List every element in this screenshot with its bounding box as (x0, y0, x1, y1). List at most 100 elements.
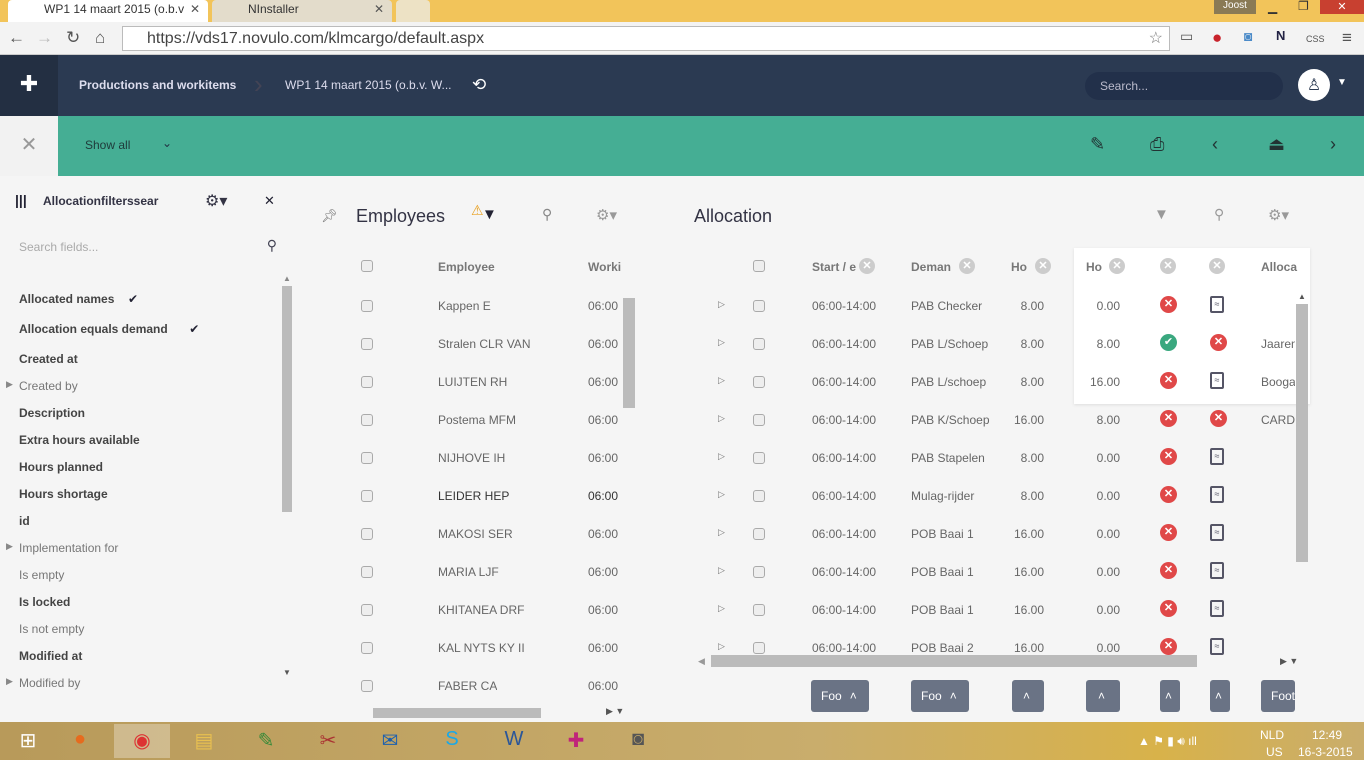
camera-app-icon[interactable]: ◙ (610, 724, 666, 758)
error-status-icon[interactable]: ✕ (1160, 486, 1177, 503)
row-checkbox[interactable] (753, 376, 765, 391)
filter-icon[interactable]: ▼ (1154, 206, 1169, 223)
filter-field-item[interactable]: id (0, 514, 270, 532)
document-icon[interactable]: ≈ (1210, 448, 1224, 465)
employee-row[interactable]: Postema MFM 06:00 (296, 412, 626, 432)
expand-icon[interactable]: ▶ (6, 379, 13, 390)
file-explorer-icon[interactable]: ▤ (176, 724, 232, 758)
footer-toggle-button[interactable]: ˄ (1012, 680, 1044, 712)
column-header[interactable]: Alloca (1261, 260, 1297, 274)
browser-tab[interactable]: NInstaller ✕ (212, 0, 392, 22)
camera-icon[interactable]: ◙ (1244, 28, 1252, 44)
column-header-worki[interactable]: Worki (588, 260, 622, 274)
remove-column-icon[interactable]: ✕ (1160, 258, 1176, 274)
new-tab-button[interactable] (396, 0, 430, 22)
filter-icon[interactable]: ▼ (482, 206, 497, 223)
expand-row-icon[interactable]: ▷ (718, 375, 725, 386)
pin-icon[interactable]: 📌︎ (321, 208, 338, 224)
clock-time[interactable]: 12:49 (1312, 728, 1342, 742)
select-all-checkbox[interactable] (753, 260, 765, 275)
expand-row-icon[interactable]: ▷ (718, 565, 725, 576)
expand-row-icon[interactable]: ▷ (718, 413, 725, 424)
row-checkbox[interactable] (753, 452, 765, 467)
expand-row-icon[interactable]: ▷ (718, 489, 725, 500)
row-checkbox[interactable] (361, 528, 373, 543)
remove-column-icon[interactable]: ✕ (1209, 258, 1225, 274)
home-icon[interactable]: ⌂ (95, 28, 105, 48)
row-checkbox[interactable] (753, 566, 765, 581)
expand-row-icon[interactable]: ▷ (718, 641, 725, 652)
allocation-vscrollbar[interactable] (1296, 304, 1308, 562)
check-status-icon[interactable]: ✔ (1160, 334, 1177, 351)
allocation-row[interactable]: ▷ 06:00-14:00 PAB Checker 8.00 0.00 ✕ ≈ (694, 296, 1294, 318)
column-header[interactable]: Deman (911, 260, 955, 274)
expand-row-icon[interactable]: ▷ (718, 299, 725, 310)
document-icon[interactable]: ≈ (1210, 562, 1224, 579)
employee-row[interactable]: LUIJTEN RH 06:00 (296, 374, 626, 394)
filter-field-item[interactable]: Created at (0, 352, 270, 370)
remove-column-icon[interactable]: ✕ (859, 258, 875, 274)
document-icon[interactable]: ≈ (1210, 486, 1224, 503)
expand-icon[interactable]: ▶ (6, 676, 13, 687)
filter-field-item[interactable]: Description (0, 406, 270, 424)
menu-icon[interactable]: ≡ (1342, 28, 1352, 48)
gear-icon[interactable]: ⚙▾ (596, 206, 617, 224)
error-status-icon[interactable]: ✕ (1160, 296, 1177, 313)
search-fields-input[interactable]: Search fields... ⚲ (19, 237, 277, 254)
expand-row-icon[interactable]: ▷ (718, 527, 725, 538)
expand-row-icon[interactable]: ▷ (718, 603, 725, 614)
forward-icon[interactable]: → (36, 28, 53, 48)
employee-row[interactable]: MARIA LJF 06:00 (296, 564, 626, 584)
profile-name[interactable]: Joost (1214, 0, 1256, 14)
close-icon[interactable]: ✕ (264, 193, 275, 209)
employee-row[interactable]: LEIDER HEP 06:00 (296, 488, 626, 508)
row-checkbox[interactable] (361, 490, 373, 505)
show-all-dropdown[interactable]: Show all (85, 138, 130, 152)
scroll-right-icon[interactable]: ▶ ▼ (1280, 656, 1298, 667)
maximize-icon[interactable]: ❐ (1298, 0, 1309, 13)
scroll-right-icon[interactable]: ▶ ▼ (606, 706, 624, 717)
employees-vscrollbar[interactable] (623, 298, 635, 408)
employees-hscrollbar[interactable] (373, 708, 541, 718)
notepad-icon[interactable]: ✎ (238, 724, 294, 758)
bookmark-star-icon[interactable]: ☆ (1149, 28, 1163, 48)
document-icon[interactable]: ≈ (1210, 600, 1224, 617)
clock-date[interactable]: 16-3-2015 (1298, 745, 1353, 759)
gear-icon[interactable]: ⚙▾ (1268, 206, 1289, 224)
close-tab-icon[interactable]: ✕ (190, 2, 200, 16)
row-checkbox[interactable] (361, 566, 373, 581)
employee-row[interactable]: KHITANEA DRF 06:00 (296, 602, 626, 622)
edit-pencil-icon[interactable]: ✎ (1090, 134, 1105, 155)
row-checkbox[interactable] (361, 414, 373, 429)
scroll-up-icon[interactable]: ▲ (283, 274, 291, 283)
app-logo-icon[interactable]: ✚ (0, 55, 58, 116)
row-checkbox[interactable] (361, 642, 373, 657)
search-icon[interactable]: ⚲ (267, 237, 277, 254)
allocation-row[interactable]: ▷ 06:00-14:00 PAB L/schoep 8.00 16.00 ✕ … (694, 372, 1295, 394)
filter-field-item[interactable]: Modified at (0, 649, 270, 667)
error-status-icon[interactable]: ✕ (1160, 410, 1177, 427)
breadcrumb-productions[interactable]: Productions and workitems (79, 78, 236, 92)
search-icon[interactable]: ⚲ (542, 206, 552, 223)
user-menu-chevron-icon[interactable]: ▼ (1337, 77, 1347, 88)
remove-column-icon[interactable]: ✕ (1035, 258, 1051, 274)
error-status-icon[interactable]: ✕ (1160, 638, 1177, 655)
allocation-hscrollbar[interactable] (711, 655, 1197, 667)
css-extension-icon[interactable]: CSS (1306, 34, 1325, 44)
firefox-icon[interactable]: ● (52, 724, 108, 758)
error-status-icon[interactable]: ✕ (1160, 562, 1177, 579)
error-status-icon[interactable]: ✕ (1160, 448, 1177, 465)
allocation-row[interactable]: ▷ 06:00-14:00 PAB L/Schoep 8.00 8.00 ✔ ✕… (694, 334, 1295, 356)
close-window-icon[interactable]: ✕ (1320, 0, 1364, 14)
document-icon[interactable]: ≈ (1210, 296, 1224, 313)
gear-icon[interactable]: ⚙▾ (205, 191, 227, 211)
filter-field-item[interactable]: Allocation equals demand ✔ (0, 322, 270, 340)
word-icon[interactable]: W (486, 724, 542, 758)
row-checkbox[interactable] (753, 528, 765, 543)
row-checkbox[interactable] (361, 680, 373, 695)
document-icon[interactable]: ≈ (1210, 638, 1224, 655)
back-icon[interactable]: ← (8, 28, 25, 48)
close-panel-icon[interactable]: ✕ (0, 116, 58, 176)
filter-field-item[interactable]: Allocated names ✔ (0, 292, 270, 310)
filter-field-item[interactable]: Extra hours available (0, 433, 270, 451)
